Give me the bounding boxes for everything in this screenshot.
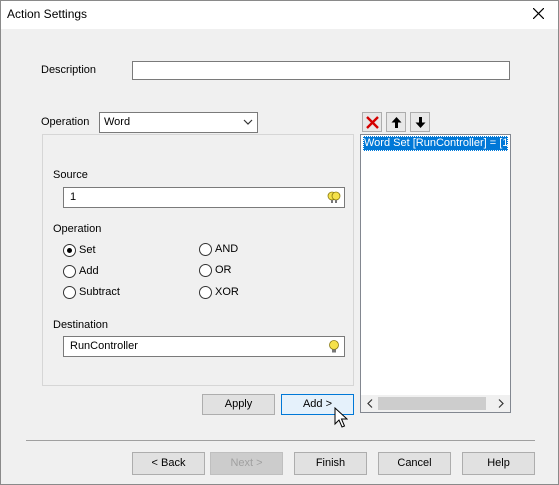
operation-type-label: Operation: [41, 116, 90, 128]
radio-subtract-label: Subtract: [79, 286, 120, 298]
back-button[interactable]: < Back: [132, 452, 205, 475]
separator-line: [26, 440, 535, 441]
operation-label: Operation: [53, 223, 102, 235]
radio-or-circle: [199, 264, 212, 277]
close-button[interactable]: [528, 3, 550, 25]
close-icon: [533, 8, 544, 19]
chevron-down-icon: [243, 119, 253, 125]
operation-type-value: Word: [104, 116, 131, 128]
radio-add-circle: [63, 265, 76, 278]
move-down-icon: [415, 117, 426, 128]
move-up-icon: [391, 117, 402, 128]
horizontal-scrollbar[interactable]: [361, 395, 510, 412]
radio-subtract-circle: [63, 286, 76, 299]
help-button[interactable]: Help: [462, 452, 535, 475]
source-value: 1: [70, 191, 77, 203]
cancel-button[interactable]: Cancel: [378, 452, 451, 475]
list-item[interactable]: Word Set [RunController] = [1: [363, 136, 508, 151]
radio-and-label: AND: [215, 243, 239, 255]
apply-button[interactable]: Apply: [202, 394, 275, 415]
radio-xor-circle: [199, 286, 212, 299]
destination-label: Destination: [53, 319, 109, 331]
description-label: Description: [41, 64, 97, 76]
operation-type-select[interactable]: Word: [99, 112, 258, 133]
delete-button[interactable]: [362, 112, 382, 132]
source-input[interactable]: 1: [63, 187, 345, 208]
action-settings-dialog: Action Settings Description Operation Wo…: [0, 0, 559, 485]
delete-icon: [366, 116, 379, 129]
destination-value: RunController: [70, 340, 138, 352]
radio-set-circle: [63, 244, 76, 257]
title-bar: Action Settings: [1, 1, 558, 29]
scrollbar-thumb[interactable]: [378, 397, 486, 410]
radio-set-label: Set: [79, 244, 96, 256]
lightbulb-icon[interactable]: [327, 339, 341, 355]
scroll-left-icon[interactable]: [364, 398, 376, 409]
mouse-cursor-icon: [334, 407, 348, 428]
lightbulb-icon[interactable]: [327, 190, 341, 206]
action-list[interactable]: Word Set [RunController] = [1: [360, 134, 511, 413]
move-up-button[interactable]: [386, 112, 406, 132]
finish-button[interactable]: Finish: [294, 452, 367, 475]
next-button[interactable]: Next >: [210, 452, 283, 475]
radio-selected-dot: [67, 248, 72, 253]
source-label: Source: [53, 169, 88, 181]
radio-add-label: Add: [79, 265, 99, 277]
window-title: Action Settings: [7, 7, 88, 21]
radio-xor-label: XOR: [215, 286, 239, 298]
destination-input[interactable]: RunController: [63, 336, 345, 357]
description-input[interactable]: [132, 61, 510, 80]
radio-and-circle: [199, 243, 212, 256]
radio-or-label: OR: [215, 264, 232, 276]
scroll-right-icon[interactable]: [495, 398, 507, 409]
move-down-button[interactable]: [410, 112, 430, 132]
